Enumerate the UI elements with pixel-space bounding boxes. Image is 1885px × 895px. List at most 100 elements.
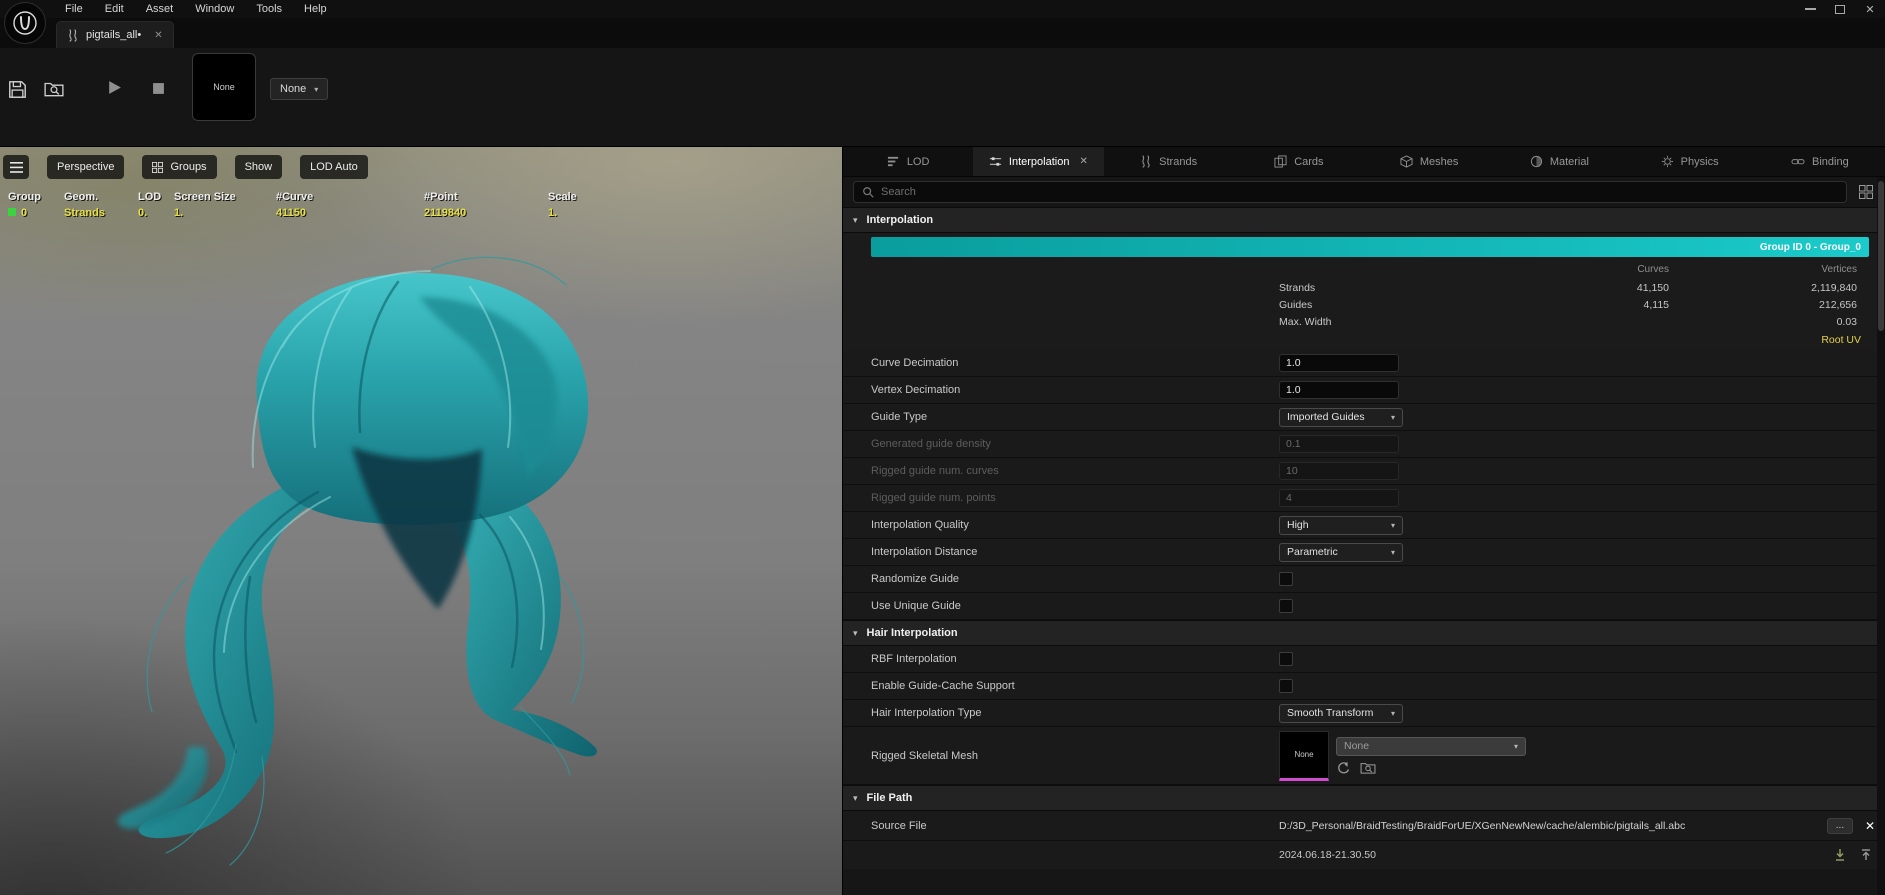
menu-edit[interactable]: Edit bbox=[94, 1, 135, 17]
tab-physics[interactable]: Physics bbox=[1625, 147, 1755, 176]
simulation-options-dropdown[interactable]: None ▾ bbox=[270, 78, 329, 100]
grid-icon bbox=[1859, 185, 1873, 199]
source-file-path: D:/3D_Personal/BraidTesting/BraidForUE/X… bbox=[1279, 819, 1686, 832]
menu-window[interactable]: Window bbox=[184, 1, 245, 17]
menu-bar: File Edit Asset Window Tools Help ✕ bbox=[0, 0, 1885, 44]
physics-icon bbox=[1661, 155, 1673, 168]
cards-icon bbox=[1274, 155, 1287, 168]
root-uv-link[interactable]: Root UV bbox=[1821, 334, 1861, 346]
browse-to-asset-icon[interactable] bbox=[1360, 761, 1376, 774]
section-file-path[interactable]: ▾ File Path bbox=[843, 785, 1885, 811]
search-icon bbox=[863, 187, 874, 198]
groom-viewport[interactable]: Perspective Groups Show LOD Auto Group G… bbox=[0, 147, 842, 895]
chevron-expanded-icon: ▾ bbox=[853, 627, 858, 638]
curve-decimation-input[interactable] bbox=[1279, 354, 1399, 372]
tab-meshes[interactable]: Meshes bbox=[1364, 147, 1494, 176]
minimize-button[interactable] bbox=[1795, 0, 1825, 18]
rigged-guide-num-points-input bbox=[1279, 489, 1399, 507]
section-hair-interpolation[interactable]: ▾ Hair Interpolation bbox=[843, 620, 1885, 646]
property-row-interpolation-quality: Interpolation Quality High ▾ bbox=[843, 512, 1885, 539]
stats-row-strands: Strands 41,150 2,119,840 bbox=[1279, 281, 1857, 294]
search-box[interactable] bbox=[853, 181, 1847, 203]
property-row-curve-decimation: Curve Decimation bbox=[843, 350, 1885, 377]
enable-guide-cache-checkbox[interactable] bbox=[1279, 679, 1293, 693]
simulation-thumbnail-label: None bbox=[213, 82, 235, 92]
skeletal-mesh-thumbnail[interactable]: None bbox=[1279, 730, 1329, 781]
use-selected-asset-icon[interactable] bbox=[1336, 761, 1350, 775]
groom-icon bbox=[69, 28, 77, 42]
groups-label: Groups bbox=[170, 161, 207, 173]
property-row-rigged-skeletal-mesh: Rigged Skeletal Mesh None None ▾ bbox=[843, 727, 1885, 785]
generated-guide-density-input bbox=[1279, 435, 1399, 453]
section-interpolation[interactable]: ▾ Interpolation bbox=[843, 207, 1885, 233]
asset-tab-close-icon[interactable]: ✕ bbox=[154, 30, 162, 41]
chevron-down-icon: ▾ bbox=[1513, 741, 1518, 751]
stats-row-max-width: Max. Width 0.03 bbox=[1279, 315, 1857, 328]
maximize-button[interactable] bbox=[1825, 0, 1855, 18]
close-window-button[interactable]: ✕ bbox=[1855, 0, 1885, 18]
skeletal-mesh-dropdown: None ▾ bbox=[1336, 736, 1526, 756]
main-toolbar: None None ▾ bbox=[0, 48, 1885, 147]
interpolation-icon bbox=[989, 157, 1001, 166]
tab-strands[interactable]: Strands bbox=[1104, 147, 1234, 176]
asset-tab-pigtails-all[interactable]: pigtails_all• ✕ bbox=[56, 21, 174, 48]
tab-binding[interactable]: Binding bbox=[1755, 147, 1885, 176]
group-id-banner: Group ID 0 - Group_0 bbox=[871, 237, 1869, 257]
property-row-source-file: Source File D:/3D_Personal/BraidTesting/… bbox=[843, 811, 1885, 841]
group-banner-wrap: Group ID 0 - Group_0 bbox=[843, 233, 1885, 259]
clear-file-icon[interactable]: ✕ bbox=[1865, 819, 1875, 833]
details-scrollbar[interactable] bbox=[1877, 177, 1885, 895]
vertex-decimation-input[interactable] bbox=[1279, 381, 1399, 399]
tab-lod[interactable]: LOD bbox=[843, 147, 973, 176]
hamburger-icon bbox=[9, 161, 23, 173]
menu-file[interactable]: File bbox=[54, 1, 94, 17]
stats-header-row: Curves Vertices bbox=[1637, 263, 1857, 275]
groups-grid-icon bbox=[152, 161, 164, 173]
use-unique-guide-checkbox[interactable] bbox=[1279, 599, 1293, 613]
simulate-play-button[interactable] bbox=[106, 79, 123, 96]
unreal-editor-window: File Edit Asset Window Tools Help ✕ pigt… bbox=[0, 0, 1885, 895]
browse-file-button[interactable]: ... bbox=[1826, 817, 1853, 834]
chevron-down-icon: ▾ bbox=[1390, 412, 1395, 422]
hair-interpolation-type-dropdown[interactable]: Smooth Transform ▾ bbox=[1279, 703, 1403, 723]
tab-close-icon[interactable]: ✕ bbox=[1079, 156, 1087, 167]
menu-asset[interactable]: Asset bbox=[135, 1, 185, 17]
view-options-button[interactable] bbox=[1855, 181, 1877, 203]
interpolation-quality-dropdown[interactable]: High ▾ bbox=[1279, 515, 1403, 535]
stats-row-guides: Guides 4,115 212,656 bbox=[1279, 298, 1857, 311]
minimize-icon bbox=[1804, 8, 1816, 10]
chevron-expanded-icon: ▾ bbox=[853, 214, 858, 225]
lod-auto-label: LOD Auto bbox=[310, 161, 358, 173]
menu-help[interactable]: Help bbox=[293, 1, 338, 17]
group-color-swatch bbox=[8, 208, 16, 216]
scrollbar-thumb[interactable] bbox=[1878, 181, 1884, 331]
tab-cards[interactable]: Cards bbox=[1234, 147, 1364, 176]
asset-tab-title: pigtails_all• bbox=[86, 29, 142, 41]
menu-tools[interactable]: Tools bbox=[245, 1, 293, 17]
viewport-menu-button[interactable] bbox=[3, 155, 29, 179]
viewport-lod-button[interactable]: LOD Auto bbox=[300, 155, 368, 179]
rigged-guide-num-curves-input bbox=[1279, 462, 1399, 480]
viewport-perspective-button[interactable]: Perspective bbox=[47, 155, 125, 179]
guide-type-dropdown[interactable]: Imported Guides ▾ bbox=[1279, 407, 1403, 427]
show-label: Show bbox=[244, 161, 273, 173]
browse-content-button[interactable] bbox=[44, 80, 64, 97]
export-upload-icon[interactable] bbox=[1859, 848, 1873, 862]
tab-interpolation[interactable]: Interpolation ✕ bbox=[973, 147, 1104, 176]
rbf-interpolation-checkbox[interactable] bbox=[1279, 652, 1293, 666]
interpolation-distance-dropdown[interactable]: Parametric ▾ bbox=[1279, 542, 1403, 562]
property-row-interpolation-distance: Interpolation Distance Parametric ▾ bbox=[843, 539, 1885, 566]
save-button[interactable] bbox=[8, 80, 27, 99]
unreal-logo-icon[interactable] bbox=[4, 2, 46, 44]
search-input[interactable] bbox=[881, 186, 1838, 198]
reimport-download-icon[interactable] bbox=[1833, 848, 1847, 862]
viewport-show-button[interactable]: Show bbox=[234, 155, 283, 179]
lod-icon bbox=[887, 156, 898, 167]
viewport-groups-button[interactable]: Groups bbox=[142, 155, 217, 179]
tab-material[interactable]: Material bbox=[1494, 147, 1624, 176]
simulate-stop-button[interactable] bbox=[152, 82, 165, 95]
material-icon bbox=[1530, 155, 1542, 168]
randomize-guide-checkbox[interactable] bbox=[1279, 572, 1293, 586]
simulation-asset-thumbnail[interactable]: None bbox=[192, 53, 256, 121]
strands-icon bbox=[1142, 155, 1150, 168]
